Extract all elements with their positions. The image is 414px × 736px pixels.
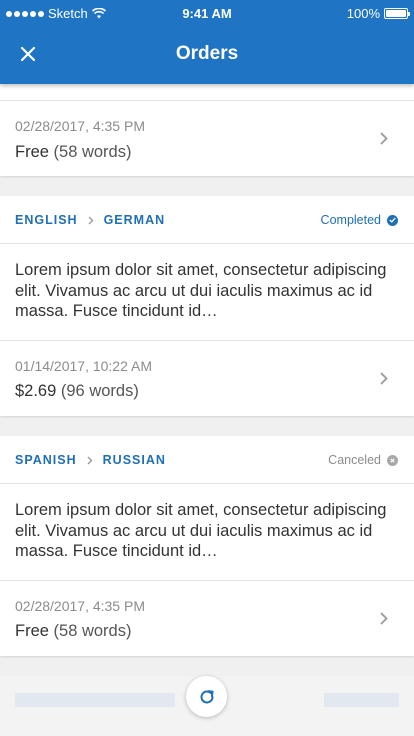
order-price: Free	[15, 143, 49, 161]
chevron-right-icon	[380, 610, 392, 626]
status-label: Canceled	[328, 453, 381, 467]
refresh-icon	[200, 689, 214, 703]
order-date: 01/14/2017, 10:22 AM	[15, 358, 152, 374]
order-word-count: (96 words)	[60, 382, 139, 400]
divider	[0, 340, 414, 341]
source-language: SPANISH	[15, 453, 77, 467]
chevron-right-icon	[88, 216, 94, 225]
order-price-line: $2.69 (96 words)	[15, 382, 139, 401]
order-word-count: (58 words)	[53, 622, 132, 640]
order-date: 02/28/2017, 4:35 PM	[15, 598, 145, 614]
target-language: RUSSIAN	[102, 453, 166, 467]
placeholder-bar	[15, 693, 175, 707]
language-pair: ENGLISH GERMAN	[15, 213, 165, 227]
page-title: Orders	[175, 43, 239, 64]
order-price: Free	[15, 622, 49, 640]
target-language: GERMAN	[103, 213, 166, 227]
divider	[0, 580, 414, 581]
check-circle-icon	[387, 214, 398, 226]
divider	[0, 100, 414, 101]
order-price-line: Free (58 words)	[15, 143, 131, 162]
battery-icon	[384, 8, 410, 19]
status-right: 100%	[346, 6, 410, 21]
refresh-button[interactable]	[186, 676, 227, 717]
status-bar: Sketch 9:41 AM 100%	[0, 0, 414, 26]
divider	[0, 243, 414, 244]
order-price-line: Free (58 words)	[15, 622, 131, 641]
status-badge: Completed	[321, 213, 398, 227]
order-card[interactable]: ENGLISH GERMAN Completed Lorem ipsum dol…	[0, 196, 414, 416]
status-label: Completed	[320, 213, 381, 227]
placeholder-bar	[324, 693, 399, 707]
order-date: 02/28/2017, 4:35 PM	[15, 118, 145, 134]
status-badge: Canceled	[328, 453, 398, 467]
divider	[0, 483, 414, 484]
chevron-right-icon	[380, 130, 392, 146]
order-text: Lorem ipsum dolor sit amet, consectetur …	[15, 261, 387, 320]
chevron-right-icon	[380, 370, 392, 386]
language-pair: SPANISH RUSSIAN	[15, 453, 166, 467]
order-price: $2.69	[15, 382, 57, 400]
source-language: ENGLISH	[15, 213, 78, 227]
chevron-right-icon	[87, 456, 93, 465]
order-card[interactable]: SPANISH RUSSIAN Canceled Lorem ipsum dol…	[0, 436, 414, 656]
order-card[interactable]: 02/28/2017, 4:35 PM Free (58 words)	[0, 84, 414, 176]
order-text: Lorem ipsum dolor sit amet, consectetur …	[15, 501, 387, 560]
battery-percent: 100%	[346, 6, 380, 21]
app-header: Sketch 9:41 AM 100% Orders	[0, 0, 414, 84]
x-circle-icon	[387, 454, 398, 466]
order-word-count: (58 words)	[53, 143, 132, 161]
